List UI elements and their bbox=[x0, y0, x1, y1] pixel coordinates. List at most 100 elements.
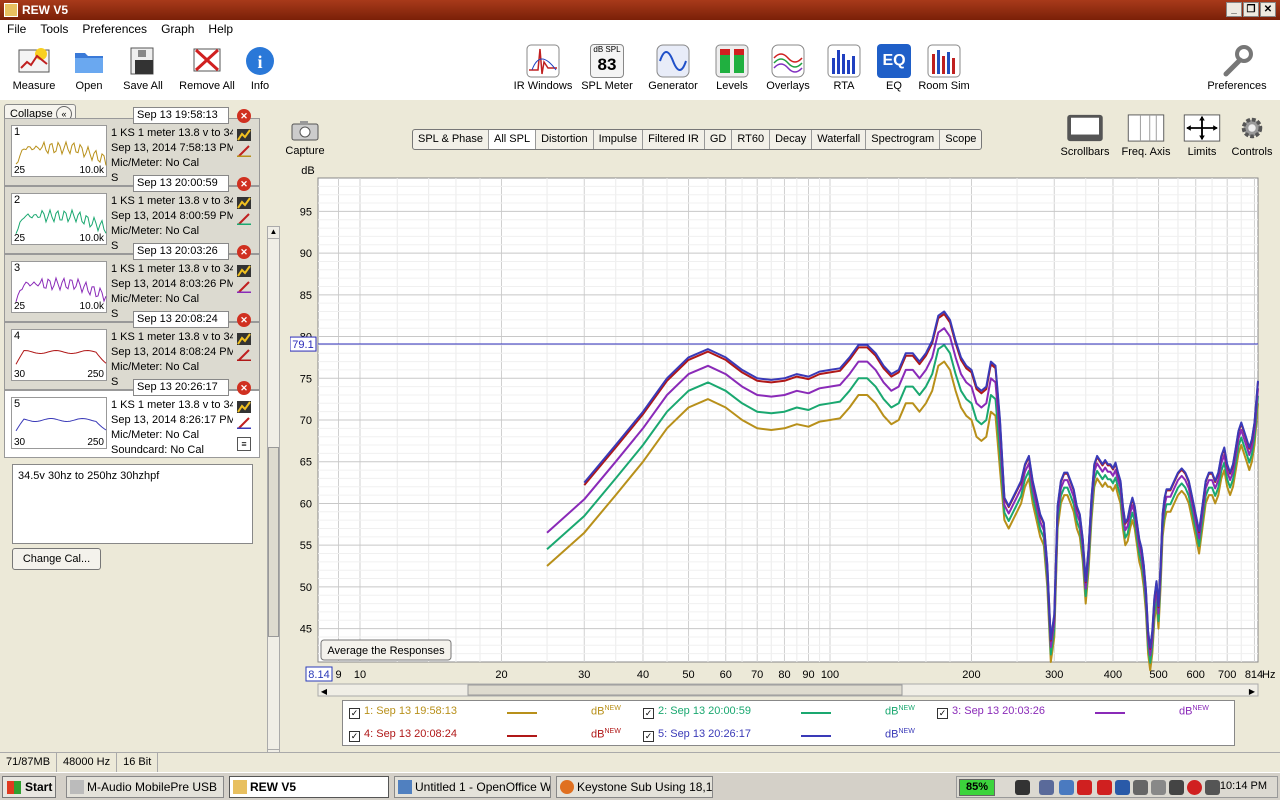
spl-meter-button[interactable]: dB SPL 83 SPL Meter bbox=[575, 44, 639, 92]
menu-preferences[interactable]: Preferences bbox=[75, 20, 154, 38]
legend-checkbox[interactable]: ✓ bbox=[349, 731, 360, 742]
graph-edit-icon[interactable] bbox=[237, 401, 251, 413]
task-rew[interactable]: REW V5 bbox=[229, 776, 389, 798]
remove-measurement-icon[interactable]: ✕ bbox=[237, 381, 251, 395]
tab-rt60[interactable]: RT60 bbox=[732, 130, 771, 149]
battery-indicator[interactable]: 85% bbox=[959, 779, 995, 796]
room-sim-icon bbox=[927, 44, 961, 78]
scrollbars-button[interactable]: Scrollbars bbox=[1060, 114, 1110, 158]
save-all-button[interactable]: Save All bbox=[111, 44, 175, 92]
freq-axis-button[interactable]: Freq. Axis bbox=[1120, 114, 1172, 158]
pen-color-icon[interactable] bbox=[237, 349, 251, 361]
change-cal-button[interactable]: Change Cal... bbox=[12, 548, 101, 570]
tab-gd[interactable]: GD bbox=[705, 130, 733, 149]
tab-decay[interactable]: Decay bbox=[770, 130, 813, 149]
measurement-thumbnail[interactable]: 5 30 250 bbox=[11, 397, 107, 449]
tab-spectrogram[interactable]: Spectrogram bbox=[866, 130, 941, 149]
measurement-thumbnail[interactable]: 2 25 10.0k bbox=[11, 193, 107, 245]
tab-distortion[interactable]: Distortion bbox=[536, 130, 594, 149]
tray-icon-4[interactable] bbox=[1097, 780, 1112, 795]
tray-icon-7[interactable] bbox=[1151, 780, 1166, 795]
panel-scrollbar[interactable]: ▲ ▼ bbox=[267, 226, 280, 762]
controls-button[interactable]: Controls bbox=[1230, 114, 1274, 158]
task-openoffice[interactable]: Untitled 1 - OpenOffice W... bbox=[394, 776, 551, 798]
volume-icon[interactable] bbox=[1205, 780, 1220, 795]
limits-icon bbox=[1183, 114, 1221, 142]
panel-scroll-thumb[interactable] bbox=[268, 447, 279, 637]
preferences-button[interactable]: Preferences bbox=[1204, 44, 1270, 92]
measurement-thumbnail[interactable]: 1 25 10.0k bbox=[11, 125, 107, 177]
measurement-name-field[interactable]: Sep 13 20:03:26 bbox=[133, 243, 229, 260]
measurement-name-field[interactable]: Sep 13 20:08:24 bbox=[133, 311, 229, 328]
tray-icon-9[interactable] bbox=[1187, 780, 1202, 795]
tab-waterfall[interactable]: Waterfall bbox=[812, 130, 867, 149]
graph-edit-icon[interactable] bbox=[237, 197, 251, 209]
notes-icon[interactable]: ≡ bbox=[237, 437, 251, 451]
tab-impulse[interactable]: Impulse bbox=[594, 130, 644, 149]
spl-graph[interactable]: 45 50 55 60 65 70 75 80 85 90 95 dB 8.14 9 10 20 30 40 50 6… bbox=[289, 160, 1280, 700]
legend-item: ✓ 5: Sep 13 20:26:17 dBNEW bbox=[643, 728, 933, 744]
tab-scope[interactable]: Scope bbox=[940, 130, 981, 149]
power-plug-icon[interactable] bbox=[1015, 780, 1030, 795]
task-maudio[interactable]: M-Audio MobilePre USB bbox=[66, 776, 224, 798]
legend-checkbox[interactable]: ✓ bbox=[643, 708, 654, 719]
menu-graph[interactable]: Graph bbox=[154, 20, 201, 38]
measurement-card[interactable]: 5 30 250 Sep 13 20:26:17 ✕ 1 KS 1 meter 13.8 … bbox=[4, 379, 260, 458]
measurement-name-field[interactable]: Sep 13 19:58:13 bbox=[133, 107, 229, 124]
close-button[interactable]: ✕ bbox=[1260, 2, 1276, 17]
scroll-right-icon: ▶ bbox=[1249, 687, 1256, 696]
pen-color-icon[interactable] bbox=[237, 417, 251, 429]
restore-button[interactable]: ❐ bbox=[1243, 2, 1259, 17]
remove-measurement-icon[interactable]: ✕ bbox=[237, 313, 251, 327]
remove-measurement-icon[interactable]: ✕ bbox=[237, 177, 251, 191]
remove-measurement-icon[interactable]: ✕ bbox=[237, 245, 251, 259]
legend-checkbox[interactable]: ✓ bbox=[937, 708, 948, 719]
ir-windows-icon bbox=[526, 44, 560, 78]
ir-windows-button[interactable]: IR Windows bbox=[511, 44, 575, 92]
start-button[interactable]: Start bbox=[2, 776, 56, 798]
task-browser[interactable]: Keystone Sub Using 18,1... bbox=[556, 776, 713, 798]
x-tick-label: 100 bbox=[821, 669, 839, 681]
tab-filtered-ir[interactable]: Filtered IR bbox=[643, 130, 705, 149]
antivirus-icon[interactable] bbox=[1077, 780, 1092, 795]
graph-edit-icon[interactable] bbox=[237, 265, 251, 277]
tray-icon-6[interactable] bbox=[1133, 780, 1148, 795]
graph-edit-icon[interactable] bbox=[237, 333, 251, 345]
tab-all-spl[interactable]: All SPL bbox=[489, 130, 537, 149]
generator-button[interactable]: Generator bbox=[641, 44, 705, 92]
menu-help[interactable]: Help bbox=[201, 20, 240, 38]
overlays-button[interactable]: Overlays bbox=[756, 44, 820, 92]
pen-color-icon[interactable] bbox=[237, 213, 251, 225]
limits-button[interactable]: Limits bbox=[1180, 114, 1224, 158]
y-tick-label: 50 bbox=[300, 582, 312, 594]
measurement-thumbnail[interactable]: 4 30 250 bbox=[11, 329, 107, 381]
tray-icon-8[interactable] bbox=[1169, 780, 1184, 795]
minimize-button[interactable]: _ bbox=[1226, 2, 1242, 17]
measurement-thumbnail[interactable]: 3 25 10.0k bbox=[11, 261, 107, 313]
measurement-name-field[interactable]: Sep 13 20:26:17 bbox=[133, 379, 229, 396]
legend-checkbox[interactable]: ✓ bbox=[349, 708, 360, 719]
room-sim-button[interactable]: Room Sim bbox=[912, 44, 976, 92]
menu-file[interactable]: File bbox=[0, 20, 33, 38]
remove-measurement-icon[interactable]: ✕ bbox=[237, 109, 251, 123]
levels-button[interactable]: Levels bbox=[700, 44, 764, 92]
scroll-up-icon[interactable]: ▲ bbox=[268, 227, 279, 239]
info-button[interactable]: i Info bbox=[228, 44, 292, 92]
graph-edit-icon[interactable] bbox=[237, 129, 251, 141]
menu-tools[interactable]: Tools bbox=[33, 20, 75, 38]
legend-checkbox[interactable]: ✓ bbox=[643, 731, 654, 742]
notes-textarea[interactable]: 34.5v 30hz to 250hz 30hzhpf bbox=[12, 464, 253, 544]
folder-icon bbox=[75, 53, 103, 73]
horizontal-scrollbar[interactable]: ◀ ▶ bbox=[317, 683, 1259, 697]
measurement-name-field[interactable]: Sep 13 20:00:59 bbox=[133, 175, 229, 192]
spl-chart[interactable]: 45 50 55 60 65 70 75 80 85 90 95 dB 8.14 9 10 20 30 40 50 6… bbox=[289, 160, 1280, 700]
tray-icon-2[interactable] bbox=[1059, 780, 1074, 795]
pen-color-icon[interactable] bbox=[237, 281, 251, 293]
pen-color-icon[interactable] bbox=[237, 145, 251, 157]
average-responses-button[interactable]: Average the Responses bbox=[320, 639, 452, 661]
bluetooth-icon[interactable] bbox=[1115, 780, 1130, 795]
measurements-panel: Collapse « 1 25 10.0k Sep 13 19:58:13 ✕ 1 KS … bbox=[0, 100, 280, 762]
network-icon[interactable] bbox=[1039, 780, 1054, 795]
tab-spl-phase[interactable]: SPL & Phase bbox=[413, 130, 490, 149]
capture-button[interactable]: Capture bbox=[285, 118, 325, 157]
